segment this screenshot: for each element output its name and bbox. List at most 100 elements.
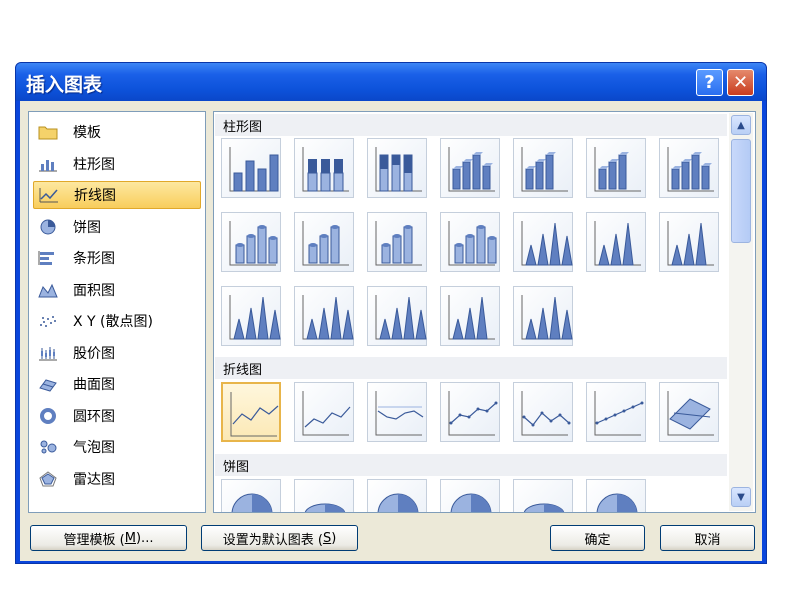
chart-subtype-thumbnail-24[interactable]: [513, 382, 573, 442]
chart-subtype-icon: [523, 503, 565, 512]
chart-subtype-thumbnail-4[interactable]: [440, 138, 500, 198]
chart-subtype-thumbnail-22[interactable]: [367, 382, 427, 442]
scatter-chart-icon: [37, 312, 59, 330]
set-default-label-prefix: 设置为默认图表 (: [222, 532, 323, 548]
chart-subtype-icon: [448, 295, 495, 340]
chart-subtype-icon: [450, 493, 492, 512]
chevron-up-icon: ▲: [737, 119, 745, 131]
chart-subtype-thumbnail-31[interactable]: [513, 479, 573, 512]
area-chart-icon: [37, 281, 59, 299]
category-item-7[interactable]: X Y (散点图): [33, 307, 201, 335]
chart-subtype-icon: [667, 391, 714, 436]
title-bar[interactable]: 插入图表 ? ✕: [16, 63, 766, 101]
chart-subtype-thumbnail-21[interactable]: [294, 382, 354, 442]
chart-subtype-thumbnail-26[interactable]: [659, 382, 719, 442]
help-icon: ?: [704, 72, 715, 93]
chart-subtype-thumbnail-16[interactable]: [294, 286, 354, 346]
chart-subtype-thumbnail-18[interactable]: [440, 286, 500, 346]
chart-subtype-thumbnail-3[interactable]: [367, 138, 427, 198]
category-label: 饼图: [73, 219, 101, 236]
manage-templates-label-suffix: )...: [135, 530, 154, 546]
chart-subtype-thumbnail-9[interactable]: [294, 212, 354, 272]
chart-subtype-icon: [231, 493, 273, 512]
category-item-3[interactable]: 折线图: [33, 181, 201, 209]
chart-subtype-thumbnail-6[interactable]: [586, 138, 646, 198]
chart-subtype-icon: [229, 147, 279, 192]
chart-subtype-thumbnail-28[interactable]: [294, 479, 354, 512]
chart-subtype-thumbnail-11[interactable]: [440, 212, 500, 272]
chart-subtype-icon: [230, 392, 279, 437]
chart-subtype-thumbnail-5[interactable]: [513, 138, 573, 198]
category-item-1[interactable]: 模板: [33, 118, 201, 146]
category-label: 面积图: [73, 282, 115, 299]
chart-subtype-thumbnail-1[interactable]: [221, 138, 281, 198]
chart-subtype-icon: [448, 147, 495, 192]
chart-subtype-thumbnail-25[interactable]: [586, 382, 646, 442]
radar-chart-icon: [37, 470, 59, 488]
manage-templates-button[interactable]: 管理模板 (M)...: [30, 525, 187, 551]
scroll-down-button[interactable]: ▼: [731, 487, 751, 507]
category-label: 气泡图: [73, 440, 115, 456]
chart-subtype-icon: [302, 147, 349, 192]
chart-subtype-thumbnail-23[interactable]: [440, 382, 500, 442]
category-item-6[interactable]: 面积图: [33, 276, 201, 304]
scroll-thumb[interactable]: [731, 139, 751, 243]
set-default-hotkey: S: [322, 530, 332, 546]
section-header-line: 折线图: [215, 357, 727, 379]
chart-subtype-thumbnail-29[interactable]: [367, 479, 427, 512]
category-item-10[interactable]: 圆环图: [33, 402, 201, 430]
chart-subtype-icon: [375, 295, 427, 340]
cancel-button[interactable]: 取消: [660, 525, 755, 551]
category-item-12[interactable]: 雷达图: [33, 465, 201, 493]
chart-subtype-thumbnail-12[interactable]: [513, 212, 573, 272]
bar-chart-icon: [37, 249, 59, 267]
set-default-chart-button[interactable]: 设置为默认图表 (S): [201, 525, 358, 551]
ok-button[interactable]: 确定: [550, 525, 645, 551]
chart-subtype-thumbnail-30[interactable]: [440, 479, 500, 512]
scroll-up-button[interactable]: ▲: [731, 115, 751, 135]
help-button[interactable]: ?: [696, 69, 723, 96]
chart-subtype-icon: [448, 221, 497, 266]
chart-subtype-thumbnail-2[interactable]: [294, 138, 354, 198]
column-chart-icon: [37, 155, 59, 173]
chart-category-list: 模板柱形图折线图饼图条形图面积图 X Y (散点图) 股价图曲面图圆环图气泡图雷达图: [28, 111, 206, 513]
chart-subtype-thumbnail-20[interactable]: [221, 382, 281, 442]
category-item-9[interactable]: 曲面图: [33, 370, 201, 398]
category-item-4[interactable]: 饼图: [33, 213, 201, 241]
chart-subtype-thumbnail-8[interactable]: [221, 212, 281, 272]
chart-subtype-thumbnail-32[interactable]: [586, 479, 646, 512]
chart-subtype-thumbnail-14[interactable]: [659, 212, 719, 272]
category-item-8[interactable]: 股价图: [33, 339, 201, 367]
chart-subtype-icon: [377, 493, 419, 512]
category-label: 雷达图: [73, 471, 115, 488]
chart-subtype-icon: [594, 221, 641, 266]
dialog-body: 模板 柱形图 折线图 饼图 条形图 面积图 X Y (散点图) 股价图 曲面图 圆环图 气泡图 雷达图…: [20, 101, 762, 561]
pie-chart-icon: [37, 218, 59, 236]
line-chart-icon: [38, 186, 60, 204]
manage-templates-label-prefix: 管理模板 (: [63, 532, 125, 548]
chart-subtype-icon: [521, 221, 573, 266]
chart-subtype-icon: [594, 147, 641, 192]
chart-subtype-icon: [302, 221, 349, 266]
chart-subtype-thumbnail-19[interactable]: [513, 286, 573, 346]
gallery-scrollbar[interactable]: ▲ ▼: [729, 113, 753, 511]
category-item-11[interactable]: 气泡图: [33, 433, 201, 461]
chart-subtype-thumbnail-15[interactable]: [221, 286, 281, 346]
category-item-2[interactable]: 柱形图: [33, 150, 201, 178]
category-item-5[interactable]: 条形图: [33, 244, 201, 272]
surface-chart-icon: [37, 375, 59, 393]
chart-subtype-thumbnail-13[interactable]: [586, 212, 646, 272]
category-label: 曲面图: [73, 377, 115, 393]
folder-icon: [37, 123, 59, 141]
chart-subtype-thumbnail-7[interactable]: [659, 138, 719, 198]
chart-subtype-thumbnail-27[interactable]: [221, 479, 281, 512]
chart-subtype-icon: [375, 147, 422, 192]
chart-subtype-thumbnail-10[interactable]: [367, 212, 427, 272]
category-label: X Y (散点图): [73, 314, 153, 330]
close-button[interactable]: ✕: [727, 69, 754, 96]
chart-subtype-thumbnail-17[interactable]: [367, 286, 427, 346]
close-icon: ✕: [732, 72, 749, 93]
chart-subtype-icon: [521, 391, 571, 436]
chart-subtype-icon: [521, 295, 573, 340]
chart-subtype-icon: [229, 221, 278, 266]
